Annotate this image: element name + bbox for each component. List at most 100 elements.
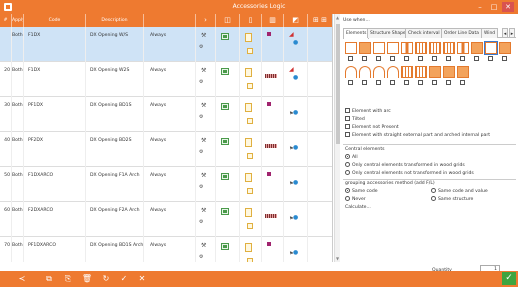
header-color-icon[interactable]: ▥ bbox=[262, 14, 284, 27]
radio-same-structure[interactable]: Same structure bbox=[431, 196, 473, 202]
radio-never[interactable]: Never bbox=[345, 196, 366, 202]
row-extra-cell[interactable] bbox=[308, 27, 332, 62]
shape-checkbox[interactable] bbox=[446, 56, 451, 61]
row-element-cell[interactable] bbox=[216, 97, 240, 132]
header-number[interactable]: # bbox=[0, 14, 12, 27]
checkbox[interactable] bbox=[345, 116, 350, 121]
row-extra-cell[interactable] bbox=[308, 202, 332, 237]
shape-checkbox[interactable] bbox=[390, 80, 395, 85]
shape-arch-icon[interactable] bbox=[345, 66, 357, 78]
row-edit-cell[interactable]: ⚑ ● bbox=[284, 97, 308, 132]
table-row[interactable]: 20 Both F1DX DX Opening W2S Always ⚒ ⚙ ◢… bbox=[0, 62, 332, 97]
shape-checkbox[interactable] bbox=[376, 56, 381, 61]
radio[interactable] bbox=[345, 170, 350, 175]
radio[interactable] bbox=[345, 188, 350, 193]
row-shape-cell[interactable] bbox=[240, 27, 262, 62]
ok-button[interactable]: ✓ bbox=[502, 272, 516, 285]
header-apply-to[interactable]: Apply to bbox=[12, 14, 24, 27]
shape-selected-icon[interactable] bbox=[484, 41, 498, 55]
table-row[interactable]: 40 Both PF2DX DX Opening BD2S Always ⚒ ⚙… bbox=[0, 132, 332, 167]
row-edit-cell[interactable]: ◢ ● bbox=[284, 62, 308, 97]
delete-icon[interactable]: 🗑 bbox=[81, 273, 93, 285]
shape-grid3-icon[interactable] bbox=[401, 66, 413, 78]
row-tool-cell[interactable]: ⚒ ⚙ bbox=[196, 132, 216, 167]
header-element-icon[interactable]: ◫ bbox=[216, 14, 240, 27]
row-color-cell[interactable] bbox=[262, 97, 284, 132]
checkbox[interactable] bbox=[345, 124, 350, 129]
row-color-cell[interactable] bbox=[262, 62, 284, 97]
shape-checkbox[interactable] bbox=[502, 56, 507, 61]
row-element-cell[interactable] bbox=[216, 62, 240, 97]
tab-order-line-data[interactable]: Order Line Data bbox=[441, 28, 482, 38]
scroll-up-icon[interactable]: ▲ bbox=[336, 15, 339, 20]
row-color-cell[interactable] bbox=[262, 202, 284, 237]
checkbox[interactable] bbox=[345, 108, 350, 113]
row-extra-cell[interactable] bbox=[308, 62, 332, 97]
maximize-button[interactable]: □ bbox=[488, 2, 500, 12]
radio[interactable] bbox=[345, 196, 350, 201]
row-edit-cell[interactable]: ⚑ ● bbox=[284, 202, 308, 237]
row-tool-cell[interactable]: ⚒ ⚙ bbox=[196, 62, 216, 97]
shape-filled-icon[interactable] bbox=[359, 42, 371, 54]
header-shape-icon[interactable]: ▯ bbox=[240, 14, 262, 27]
shape-checkbox[interactable] bbox=[348, 56, 353, 61]
radio[interactable] bbox=[431, 188, 436, 193]
radio-only-transformed[interactable]: Only central elements transformed in woo… bbox=[345, 162, 465, 168]
row-element-cell[interactable] bbox=[216, 27, 240, 62]
table-row[interactable]: 30 Both PF1DX DX Opening BD1S Always ⚒ ⚙… bbox=[0, 97, 332, 132]
tab-check-interval[interactable]: Check interval bbox=[405, 28, 443, 38]
shape-checkbox[interactable] bbox=[376, 80, 381, 85]
checkbox[interactable] bbox=[345, 132, 350, 137]
row-extra-cell[interactable] bbox=[308, 97, 332, 132]
radio[interactable] bbox=[431, 196, 436, 201]
radio-same-code-and-value[interactable]: Same code and value bbox=[431, 188, 488, 194]
option-element-with-arc[interactable]: Element with arc bbox=[345, 108, 391, 114]
row-tool-cell[interactable]: ⚒ ⚙ bbox=[196, 167, 216, 202]
row-edit-cell[interactable]: ⚑ ● bbox=[284, 167, 308, 202]
row-shape-cell[interactable] bbox=[240, 132, 262, 167]
shape-fixed-icon[interactable] bbox=[345, 42, 357, 54]
shape-checkbox[interactable] bbox=[362, 56, 367, 61]
shape-checkbox[interactable] bbox=[362, 80, 367, 85]
grid-scrollbar[interactable]: ▲ ▼ bbox=[334, 14, 340, 262]
shape-checkbox[interactable] bbox=[432, 56, 437, 61]
row-color-cell[interactable] bbox=[262, 237, 284, 262]
shape-checkbox[interactable] bbox=[390, 56, 395, 61]
radio-same-code[interactable]: Same code bbox=[345, 188, 378, 194]
header-edit-icon[interactable]: ◩ bbox=[284, 14, 308, 27]
row-extra-cell[interactable] bbox=[308, 132, 332, 167]
option-straight-external-arched-internal[interactable]: Element with straight external part and … bbox=[345, 132, 490, 138]
row-tool-cell[interactable]: ⚒ ⚙ bbox=[196, 237, 216, 262]
table-row[interactable]: 60 Both F2DXARCO DX Opening F2A Arch Alw… bbox=[0, 202, 332, 237]
row-element-cell[interactable] bbox=[216, 167, 240, 202]
row-tool-cell[interactable]: ⚒ ⚙ bbox=[196, 97, 216, 132]
close-button[interactable]: ✕ bbox=[502, 2, 514, 12]
tab-scroll-left-icon[interactable]: ◂ bbox=[502, 28, 508, 38]
row-color-cell[interactable] bbox=[262, 27, 284, 62]
shape-checkbox[interactable] bbox=[474, 56, 479, 61]
calculate-link[interactable]: Calculate... bbox=[345, 205, 371, 210]
shape-checkbox[interactable] bbox=[418, 56, 423, 61]
shape-narrow-icon[interactable] bbox=[387, 42, 399, 54]
shape-mullion-icon[interactable] bbox=[401, 42, 413, 54]
header-expand-icon[interactable]: › bbox=[196, 14, 216, 27]
minimize-button[interactable]: – bbox=[474, 2, 486, 12]
header-grid-icon[interactable]: ⊞ ⊞ bbox=[308, 14, 332, 27]
row-element-cell[interactable] bbox=[216, 132, 240, 167]
row-shape-cell[interactable] bbox=[240, 62, 262, 97]
share-icon[interactable]: ≺ bbox=[16, 273, 28, 285]
shape-transom-icon[interactable] bbox=[415, 42, 427, 54]
shape-checkbox[interactable] bbox=[446, 80, 451, 85]
row-extra-cell[interactable] bbox=[308, 167, 332, 202]
row-tool-cell[interactable]: ⚒ ⚙ bbox=[196, 202, 216, 237]
shape-grid-icon[interactable] bbox=[429, 42, 441, 54]
row-extra-cell[interactable] bbox=[308, 237, 332, 262]
option-tilted[interactable]: Tilted bbox=[345, 116, 365, 122]
row-edit-cell[interactable]: ⚑ ● bbox=[284, 132, 308, 167]
row-shape-cell[interactable] bbox=[240, 237, 262, 262]
header-code[interactable]: Code bbox=[24, 14, 86, 27]
radio-all[interactable]: All bbox=[345, 154, 358, 160]
row-color-cell[interactable] bbox=[262, 132, 284, 167]
shape-panel3-icon[interactable] bbox=[443, 66, 455, 78]
shape-checkbox[interactable] bbox=[460, 56, 465, 61]
